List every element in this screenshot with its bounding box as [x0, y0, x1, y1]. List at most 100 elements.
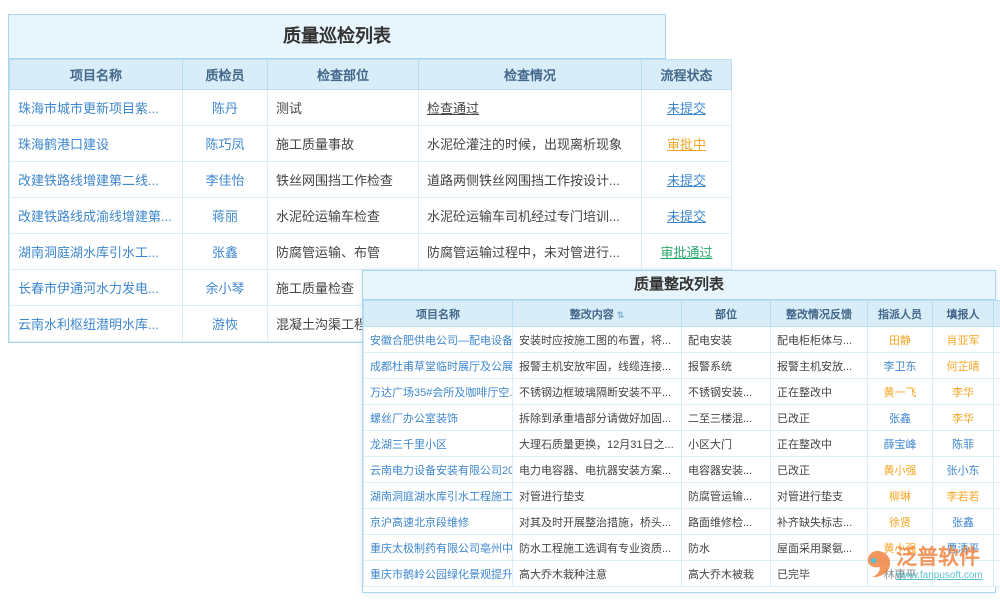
cell-status[interactable]: 未提交 — [994, 327, 1000, 353]
cell-project[interactable]: 改建铁路线成渝线增建第... — [10, 198, 183, 234]
inspector-link[interactable]: 游恢 — [212, 317, 238, 332]
cell-inspector[interactable]: 李佳怡 — [183, 162, 268, 198]
sort-icon[interactable]: ⇅ — [617, 310, 625, 320]
cell-reporter[interactable]: 李若若 — [933, 483, 994, 509]
cell-project[interactable]: 安徽合肥供电公司—配电设备... — [364, 327, 513, 353]
cell-project[interactable]: 湖南洞庭湖水库引水工... — [10, 234, 183, 270]
project-link[interactable]: 云南水利枢纽潜明水库... — [18, 317, 159, 332]
cell-project[interactable]: 改建铁路线增建第二线... — [10, 162, 183, 198]
assignee-link[interactable]: 柳琳 — [889, 491, 911, 503]
cell-inspector[interactable]: 张鑫 — [183, 234, 268, 270]
project-link[interactable]: 湖南洞庭湖水库引水工程施工标 — [370, 491, 513, 503]
assignee-link[interactable]: 薛宝峰 — [884, 439, 917, 451]
cell-status[interactable]: 未提交 — [994, 431, 1000, 457]
status-link[interactable]: 未提交 — [667, 209, 706, 224]
cell-reporter[interactable]: 张鑫 — [933, 509, 994, 535]
cell-reporter[interactable]: 张小东 — [933, 457, 994, 483]
cell-inspector[interactable]: 陈巧凤 — [183, 126, 268, 162]
project-link[interactable]: 重庆市鹅岭公园绿化景观提升... — [370, 569, 513, 581]
cell-project[interactable]: 湖南洞庭湖水库引水工程施工标 — [364, 483, 513, 509]
project-link[interactable]: 成都杜甫草堂临时展厅及公展... — [370, 361, 513, 373]
status-link[interactable]: 未提交 — [667, 101, 706, 116]
inspector-link[interactable]: 蒋丽 — [212, 209, 238, 224]
reporter-link[interactable]: 何芷晴 — [947, 361, 980, 373]
cell-project[interactable]: 珠海市城市更新项目紫... — [10, 90, 183, 126]
assignee-link[interactable]: 李卫东 — [884, 361, 917, 373]
cell-project[interactable]: 螺丝厂办公室装饰 — [364, 405, 513, 431]
inspector-link[interactable]: 陈丹 — [212, 101, 238, 116]
cell-status[interactable]: 审批通过 — [642, 234, 732, 270]
assignee-link[interactable]: 黄一飞 — [884, 387, 917, 399]
cell-project[interactable]: 龙湖三千里小区 — [364, 431, 513, 457]
project-link[interactable]: 珠海市城市更新项目紫... — [18, 101, 159, 116]
cell-reporter[interactable]: 肖亚军 — [933, 327, 994, 353]
cell-assignee[interactable]: 黄一飞 — [868, 379, 933, 405]
inspector-link[interactable]: 张鑫 — [212, 245, 238, 260]
cell-inspector[interactable]: 陈丹 — [183, 90, 268, 126]
project-link[interactable]: 湖南洞庭湖水库引水工... — [18, 245, 159, 260]
cell-project[interactable]: 云南电力设备安装有限公司20... — [364, 457, 513, 483]
assignee-link[interactable]: 张鑫 — [889, 413, 911, 425]
cell-project[interactable]: 云南水利枢纽潜明水库... — [10, 306, 183, 342]
cell-status[interactable]: 审批通过 — [994, 379, 1000, 405]
project-link[interactable]: 京沪高速北京段维修 — [370, 517, 469, 529]
cell-status[interactable]: 审批中 — [642, 126, 732, 162]
project-link[interactable]: 万达广场35#会所及咖啡厅空... — [370, 387, 513, 399]
cell-reporter[interactable]: 陈菲 — [933, 431, 994, 457]
reporter-link[interactable]: 张小东 — [947, 465, 980, 477]
cell-project[interactable]: 珠海鹤港口建设 — [10, 126, 183, 162]
cell-assignee[interactable]: 柳琳 — [868, 483, 933, 509]
reporter-link[interactable]: 张鑫 — [952, 517, 974, 529]
status-link[interactable]: 审批中 — [667, 137, 706, 152]
project-link[interactable]: 珠海鹤港口建设 — [18, 137, 109, 152]
cell-status[interactable]: 审批通过 — [994, 535, 1000, 561]
cell-project[interactable]: 成都杜甫草堂临时展厅及公展... — [364, 353, 513, 379]
cell-assignee[interactable]: 田静 — [868, 327, 933, 353]
assignee-link[interactable]: 田静 — [889, 335, 911, 347]
project-link[interactable]: 长春市伊通河水力发电... — [18, 281, 159, 296]
project-link[interactable]: 龙湖三千里小区 — [370, 439, 447, 451]
cell-inspector[interactable]: 游恢 — [183, 306, 268, 342]
cell-project[interactable]: 京沪高速北京段维修 — [364, 509, 513, 535]
inspector-link[interactable]: 陈巧凤 — [205, 137, 244, 152]
cell-project[interactable]: 长春市伊通河水力发电... — [10, 270, 183, 306]
project-link[interactable]: 改建铁路线增建第二线... — [18, 173, 159, 188]
cell-status[interactable]: 审批通过 — [994, 457, 1000, 483]
column-header-content[interactable]: 整改内容⇅ — [513, 301, 682, 327]
cell-status[interactable]: 审批通过 — [994, 353, 1000, 379]
reporter-link[interactable]: 李华 — [952, 413, 974, 425]
cell-project[interactable]: 万达广场35#会所及咖啡厅空... — [364, 379, 513, 405]
assignee-link[interactable]: 徐贤 — [889, 517, 911, 529]
project-link[interactable]: 云南电力设备安装有限公司20... — [370, 465, 513, 477]
inspector-link[interactable]: 余小琴 — [205, 281, 244, 296]
reporter-link[interactable]: 李若若 — [947, 491, 980, 503]
cell-reporter[interactable]: 李华 — [933, 405, 994, 431]
cell-reporter[interactable]: 李华 — [933, 379, 994, 405]
reporter-link[interactable]: 肖亚军 — [947, 335, 980, 347]
assignee-link[interactable]: 黄小强 — [884, 465, 917, 477]
cell-status[interactable]: 审批通过 — [994, 405, 1000, 431]
cell-project[interactable]: 重庆太极制药有限公司亳州中... — [364, 535, 513, 561]
cell-project[interactable]: 重庆市鹅岭公园绿化景观提升... — [364, 561, 513, 587]
cell-status[interactable]: 审批通过 — [994, 509, 1000, 535]
cell-status[interactable]: 未提交 — [642, 90, 732, 126]
project-link[interactable]: 改建铁路线成渝线增建第... — [18, 209, 172, 224]
cell-inspector[interactable]: 余小琴 — [183, 270, 268, 306]
project-link[interactable]: 重庆太极制药有限公司亳州中... — [370, 543, 513, 555]
cell-assignee[interactable]: 张鑫 — [868, 405, 933, 431]
cell-status[interactable]: 审批通过 — [994, 483, 1000, 509]
cell-status[interactable]: 未提交 — [642, 198, 732, 234]
reporter-link[interactable]: 李华 — [952, 387, 974, 399]
inspector-link[interactable]: 李佳怡 — [205, 173, 244, 188]
cell-reporter[interactable]: 何芷晴 — [933, 353, 994, 379]
cell-assignee[interactable]: 薛宝峰 — [868, 431, 933, 457]
reporter-link[interactable]: 陈菲 — [952, 439, 974, 451]
cell-assignee[interactable]: 徐贤 — [868, 509, 933, 535]
cell-inspector[interactable]: 蒋丽 — [183, 198, 268, 234]
status-link[interactable]: 未提交 — [667, 173, 706, 188]
project-link[interactable]: 安徽合肥供电公司—配电设备... — [370, 335, 513, 347]
cell-status[interactable]: 未提交 — [642, 162, 732, 198]
cell-assignee[interactable]: 李卫东 — [868, 353, 933, 379]
status-link[interactable]: 审批通过 — [660, 245, 712, 260]
cell-assignee[interactable]: 黄小强 — [868, 457, 933, 483]
